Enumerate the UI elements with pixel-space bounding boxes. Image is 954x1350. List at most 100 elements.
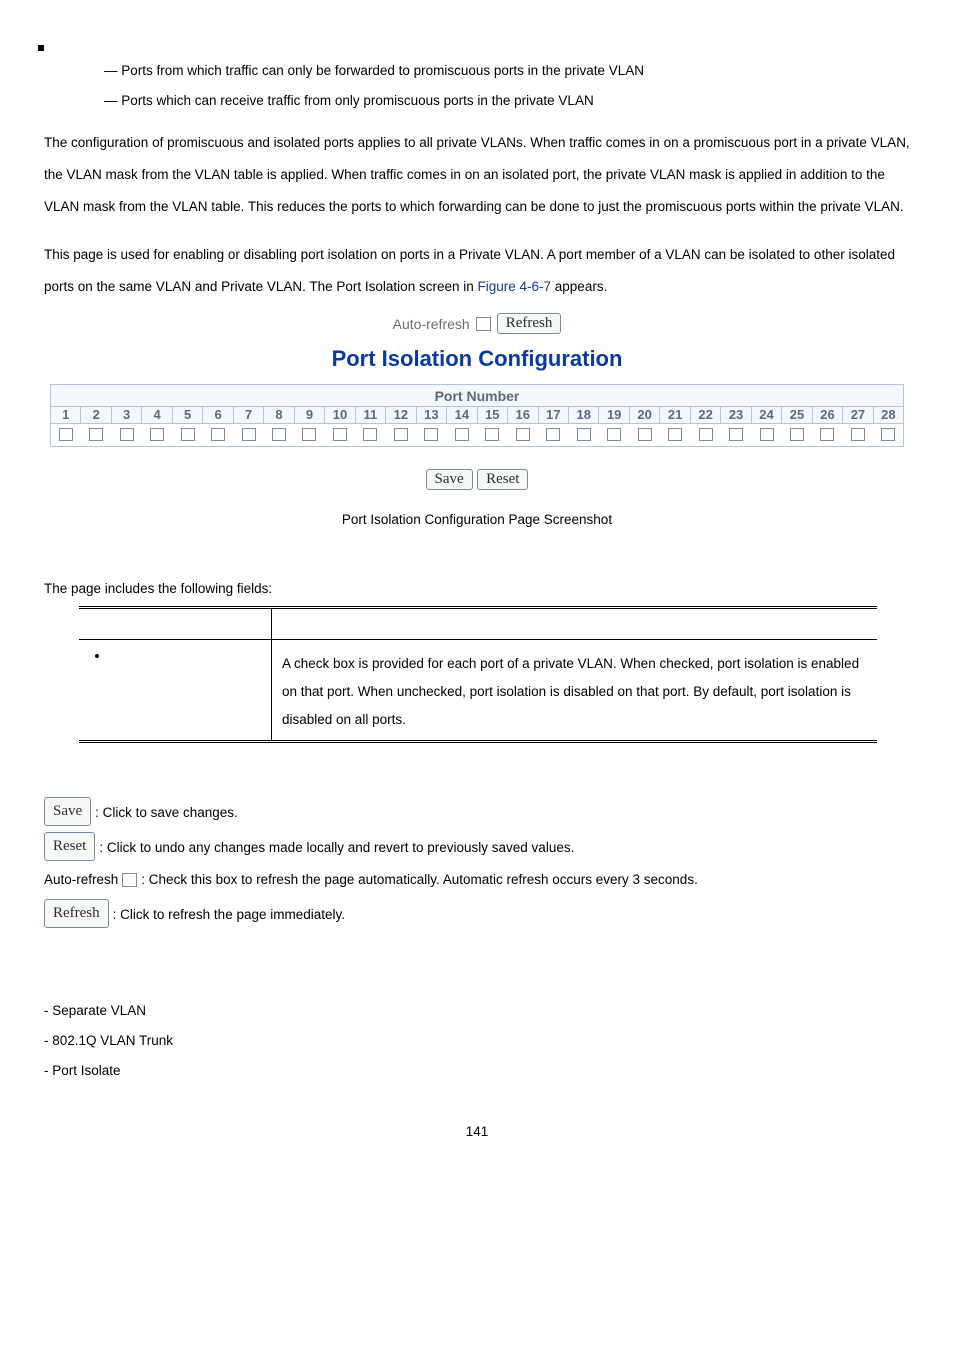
port-isolation-checkbox[interactable] [394,428,408,441]
refresh-button[interactable]: Refresh [497,313,562,334]
port-checkbox-cell [813,424,843,446]
port-isolation-checkbox[interactable] [424,428,438,441]
port-checkbox-cell [630,424,660,446]
port-number-cell: 17 [539,407,569,423]
port-number-cell: 8 [264,407,294,423]
list-item-separate-vlan: - Separate VLAN [44,998,910,1024]
port-checkbox-cell [417,424,447,446]
port-isolation-checkbox[interactable] [455,428,469,441]
port-number-cell: 6 [203,407,233,423]
port-isolation-checkbox[interactable] [546,428,560,441]
port-isolation-checkbox[interactable] [485,428,499,441]
port-number-cell: 27 [843,407,873,423]
save-explain-row: Save : Click to save changes. [44,797,910,826]
port-isolation-checkbox[interactable] [607,428,621,441]
auto-refresh-row: Auto-refresh Refresh [393,313,562,334]
port-isolation-checkbox[interactable] [516,428,530,441]
port-isolation-checkbox[interactable] [120,428,134,441]
port-isolation-checkbox[interactable] [760,428,774,441]
port-checkbox-cell [752,424,782,446]
port-number-cell: 19 [599,407,629,423]
fields-table: A check box is provided for each port of… [79,606,877,743]
port-number-table: Port Number 1234567891011121314151617181… [50,384,904,447]
fields-table-row-label [79,640,272,742]
page-root: — Ports from which traffic can only be f… [0,0,954,1179]
port-checkbox-cell [843,424,873,446]
paragraph-page-use-pre: This page is used for enabling or disabl… [44,247,895,294]
fields-table-header-left [79,608,272,640]
fields-table-header-right [272,608,878,640]
refresh-explain-row: Refresh : Click to refresh the page imme… [44,899,910,928]
port-checkbox-cell [264,424,294,446]
save-explain-text: : Click to save changes. [95,800,238,826]
port-isolation-checkbox[interactable] [729,428,743,441]
paragraph-page-use-post: appears. [551,279,607,294]
port-number-cell: 22 [691,407,721,423]
port-isolation-checkbox[interactable] [790,428,804,441]
reset-button[interactable]: Reset [477,469,528,490]
port-checkbox-cell [386,424,416,446]
port-isolation-checkbox[interactable] [638,428,652,441]
port-checkbox-cell [112,424,142,446]
port-isolation-checkbox[interactable] [668,428,682,441]
save-button-image: Save [44,797,91,826]
port-isolation-checkbox[interactable] [242,428,256,441]
port-number-cell: 12 [386,407,416,423]
port-isolation-checkbox[interactable] [820,428,834,441]
paragraph-page-use: This page is used for enabling or disabl… [44,239,910,303]
port-number-cell: 26 [813,407,843,423]
isolated-def-line-1: — Ports from which traffic can only be f… [104,61,910,81]
port-isolation-checkbox[interactable] [363,428,377,441]
figure-reference-link[interactable]: Figure 4-6-7 [477,279,551,294]
port-isolation-checkbox[interactable] [181,428,195,441]
port-isolation-checkbox[interactable] [150,428,164,441]
port-number-cell: 16 [508,407,538,423]
port-number-cell: 3 [112,407,142,423]
port-isolation-checkbox[interactable] [333,428,347,441]
port-number-cell: 24 [752,407,782,423]
port-number-cell: 23 [721,407,751,423]
refresh-explain-text: : Click to refresh the page immediately. [113,902,345,928]
port-isolation-checkbox[interactable] [89,428,103,441]
auto-refresh-explain-text: : Check this box to refresh the page aut… [141,867,698,893]
port-number-cell: 15 [478,407,508,423]
port-checkbox-cell [721,424,751,446]
port-isolation-checkbox[interactable] [699,428,713,441]
port-checkbox-cell [142,424,172,446]
port-checkbox-cell [782,424,812,446]
port-number-cell: 1 [51,407,81,423]
port-isolation-checkbox[interactable] [881,428,895,441]
port-checkbox-cell [691,424,721,446]
port-number-cell: 7 [234,407,264,423]
port-number-row: 1234567891011121314151617181920212223242… [51,407,903,423]
list-item-8021q-trunk: - 802.1Q VLAN Trunk [44,1028,910,1054]
bullet-marker-row [44,42,910,51]
port-isolation-checkbox[interactable] [302,428,316,441]
reset-button-image: Reset [44,832,95,861]
port-number-cell: 5 [173,407,203,423]
refresh-button-image: Refresh [44,899,109,928]
auto-refresh-checkbox[interactable] [476,317,491,331]
port-number-cell: 21 [660,407,690,423]
vlan-approach-list: - Separate VLAN - 802.1Q VLAN Trunk - Po… [44,998,910,1084]
port-isolation-checkbox[interactable] [851,428,865,441]
port-checkbox-cell [569,424,599,446]
port-number-cell: 20 [630,407,660,423]
port-checkbox-cell [173,424,203,446]
port-number-cell: 2 [81,407,111,423]
figure-title: Port Isolation Configuration [44,346,910,372]
auto-refresh-label: Auto-refresh [393,316,470,332]
fields-table-row-desc: A check box is provided for each port of… [272,640,878,742]
port-number-cell: 4 [142,407,172,423]
port-checkbox-cell [447,424,477,446]
port-isolation-checkbox[interactable] [211,428,225,441]
port-checkbox-cell [295,424,325,446]
port-number-cell: 25 [782,407,812,423]
port-checkbox-cell [234,424,264,446]
save-reset-row: Save Reset [44,469,910,490]
port-isolation-checkbox[interactable] [272,428,286,441]
port-isolation-checkbox[interactable] [59,428,73,441]
save-button[interactable]: Save [426,469,473,490]
port-isolation-checkbox[interactable] [577,428,591,441]
port-checkbox-cell [660,424,690,446]
